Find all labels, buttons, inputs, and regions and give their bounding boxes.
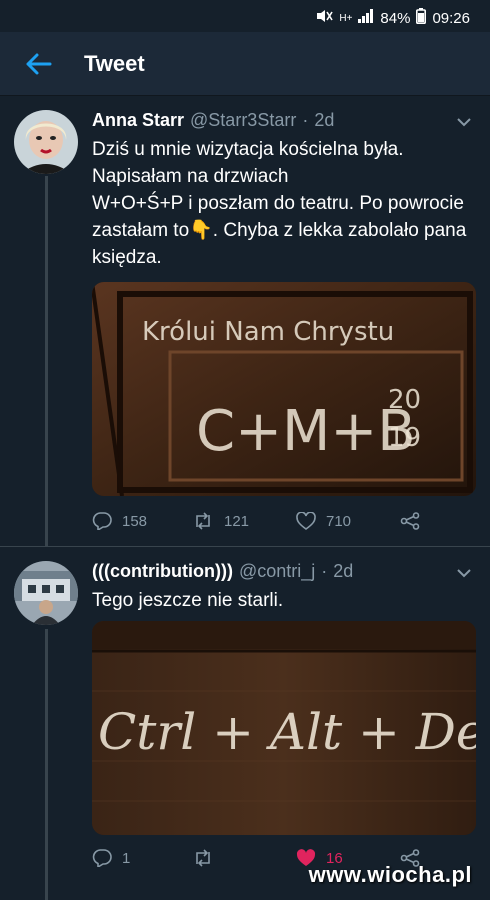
separator: · <box>321 561 328 581</box>
battery-level: 84% <box>380 9 411 27</box>
tweet-image[interactable]: Ctrl + Alt + Del <box>92 621 476 835</box>
retweet-button[interactable]: 121 <box>192 512 296 530</box>
retweet-icon <box>196 512 210 530</box>
avatar[interactable] <box>14 561 78 625</box>
more-options-button[interactable] <box>452 110 476 134</box>
tweet-header: (((contribution))) @contri_j · 2d <box>92 561 353 582</box>
page-title: Tweet <box>84 50 145 76</box>
tweet[interactable]: (((contribution))) @contri_j · 2d Tego j… <box>0 547 490 900</box>
tweet-header: Anna Starr @Starr3Starr · 2d <box>92 110 334 131</box>
tweet-actions: 158 121 710 <box>92 508 432 534</box>
back-arrow-icon <box>26 53 52 74</box>
author-handle[interactable]: @contri_j <box>239 561 315 582</box>
chalk-text-main: C+M+B <box>196 399 416 464</box>
tweet-age: 2d <box>314 110 335 130</box>
network-type: H+ <box>339 12 353 24</box>
chalk-text: Ctrl + Alt + Del <box>98 703 476 761</box>
heart-icon <box>296 512 316 530</box>
tweet[interactable]: Anna Starr @Starr3Starr · 2d Dziś u mnie… <box>0 96 490 546</box>
like-button[interactable]: 710 <box>296 512 400 530</box>
chalk-text-top: Królui Nam Chrystu <box>142 317 394 347</box>
reply-button[interactable]: 1 <box>92 849 192 867</box>
status-bar: H+ 84% 09:26 <box>0 0 490 32</box>
tweet-text: Tego jeszcze nie starli. <box>92 590 284 611</box>
separator: · <box>302 110 309 130</box>
author-name[interactable]: (((contribution))) <box>92 561 233 582</box>
back-button[interactable] <box>16 42 60 86</box>
more-options-button[interactable] <box>452 561 476 585</box>
retweet-button[interactable] <box>192 849 296 867</box>
avatar[interactable] <box>14 110 78 174</box>
chalk-year-bottom: 19 <box>388 423 421 453</box>
signal-icon <box>358 9 374 27</box>
thread-line <box>45 176 48 546</box>
tweet-image[interactable]: Królui Nam Chrystu C+M+B 20 19 <box>92 282 476 496</box>
author-name[interactable]: Anna Starr <box>92 110 184 131</box>
retweet-count: 121 <box>224 512 250 530</box>
retweet-icon <box>196 849 210 867</box>
reply-button[interactable]: 158 <box>92 512 192 530</box>
author-handle[interactable]: @Starr3Starr <box>190 110 296 131</box>
chevron-down-icon <box>457 117 471 126</box>
chalk-year-top: 20 <box>388 385 421 415</box>
mute-icon <box>315 8 334 28</box>
thread-line <box>45 629 48 900</box>
app-bar: Tweet <box>0 32 490 96</box>
reply-icon <box>92 512 112 530</box>
watermark: www.wiocha.pl <box>308 862 472 887</box>
battery-icon <box>416 8 427 28</box>
reply-count: 1 <box>122 849 131 867</box>
reply-icon <box>92 849 112 867</box>
like-count: 710 <box>326 512 352 530</box>
tweet-age: 2d <box>333 561 354 581</box>
chevron-down-icon <box>457 568 471 577</box>
reply-count: 158 <box>122 512 148 530</box>
share-button[interactable] <box>400 512 420 530</box>
share-icon <box>400 512 420 530</box>
tweet-text: Dziś u mnie wizytacja kościelna była. Na… <box>92 139 467 268</box>
clock: 09:26 <box>432 9 470 27</box>
